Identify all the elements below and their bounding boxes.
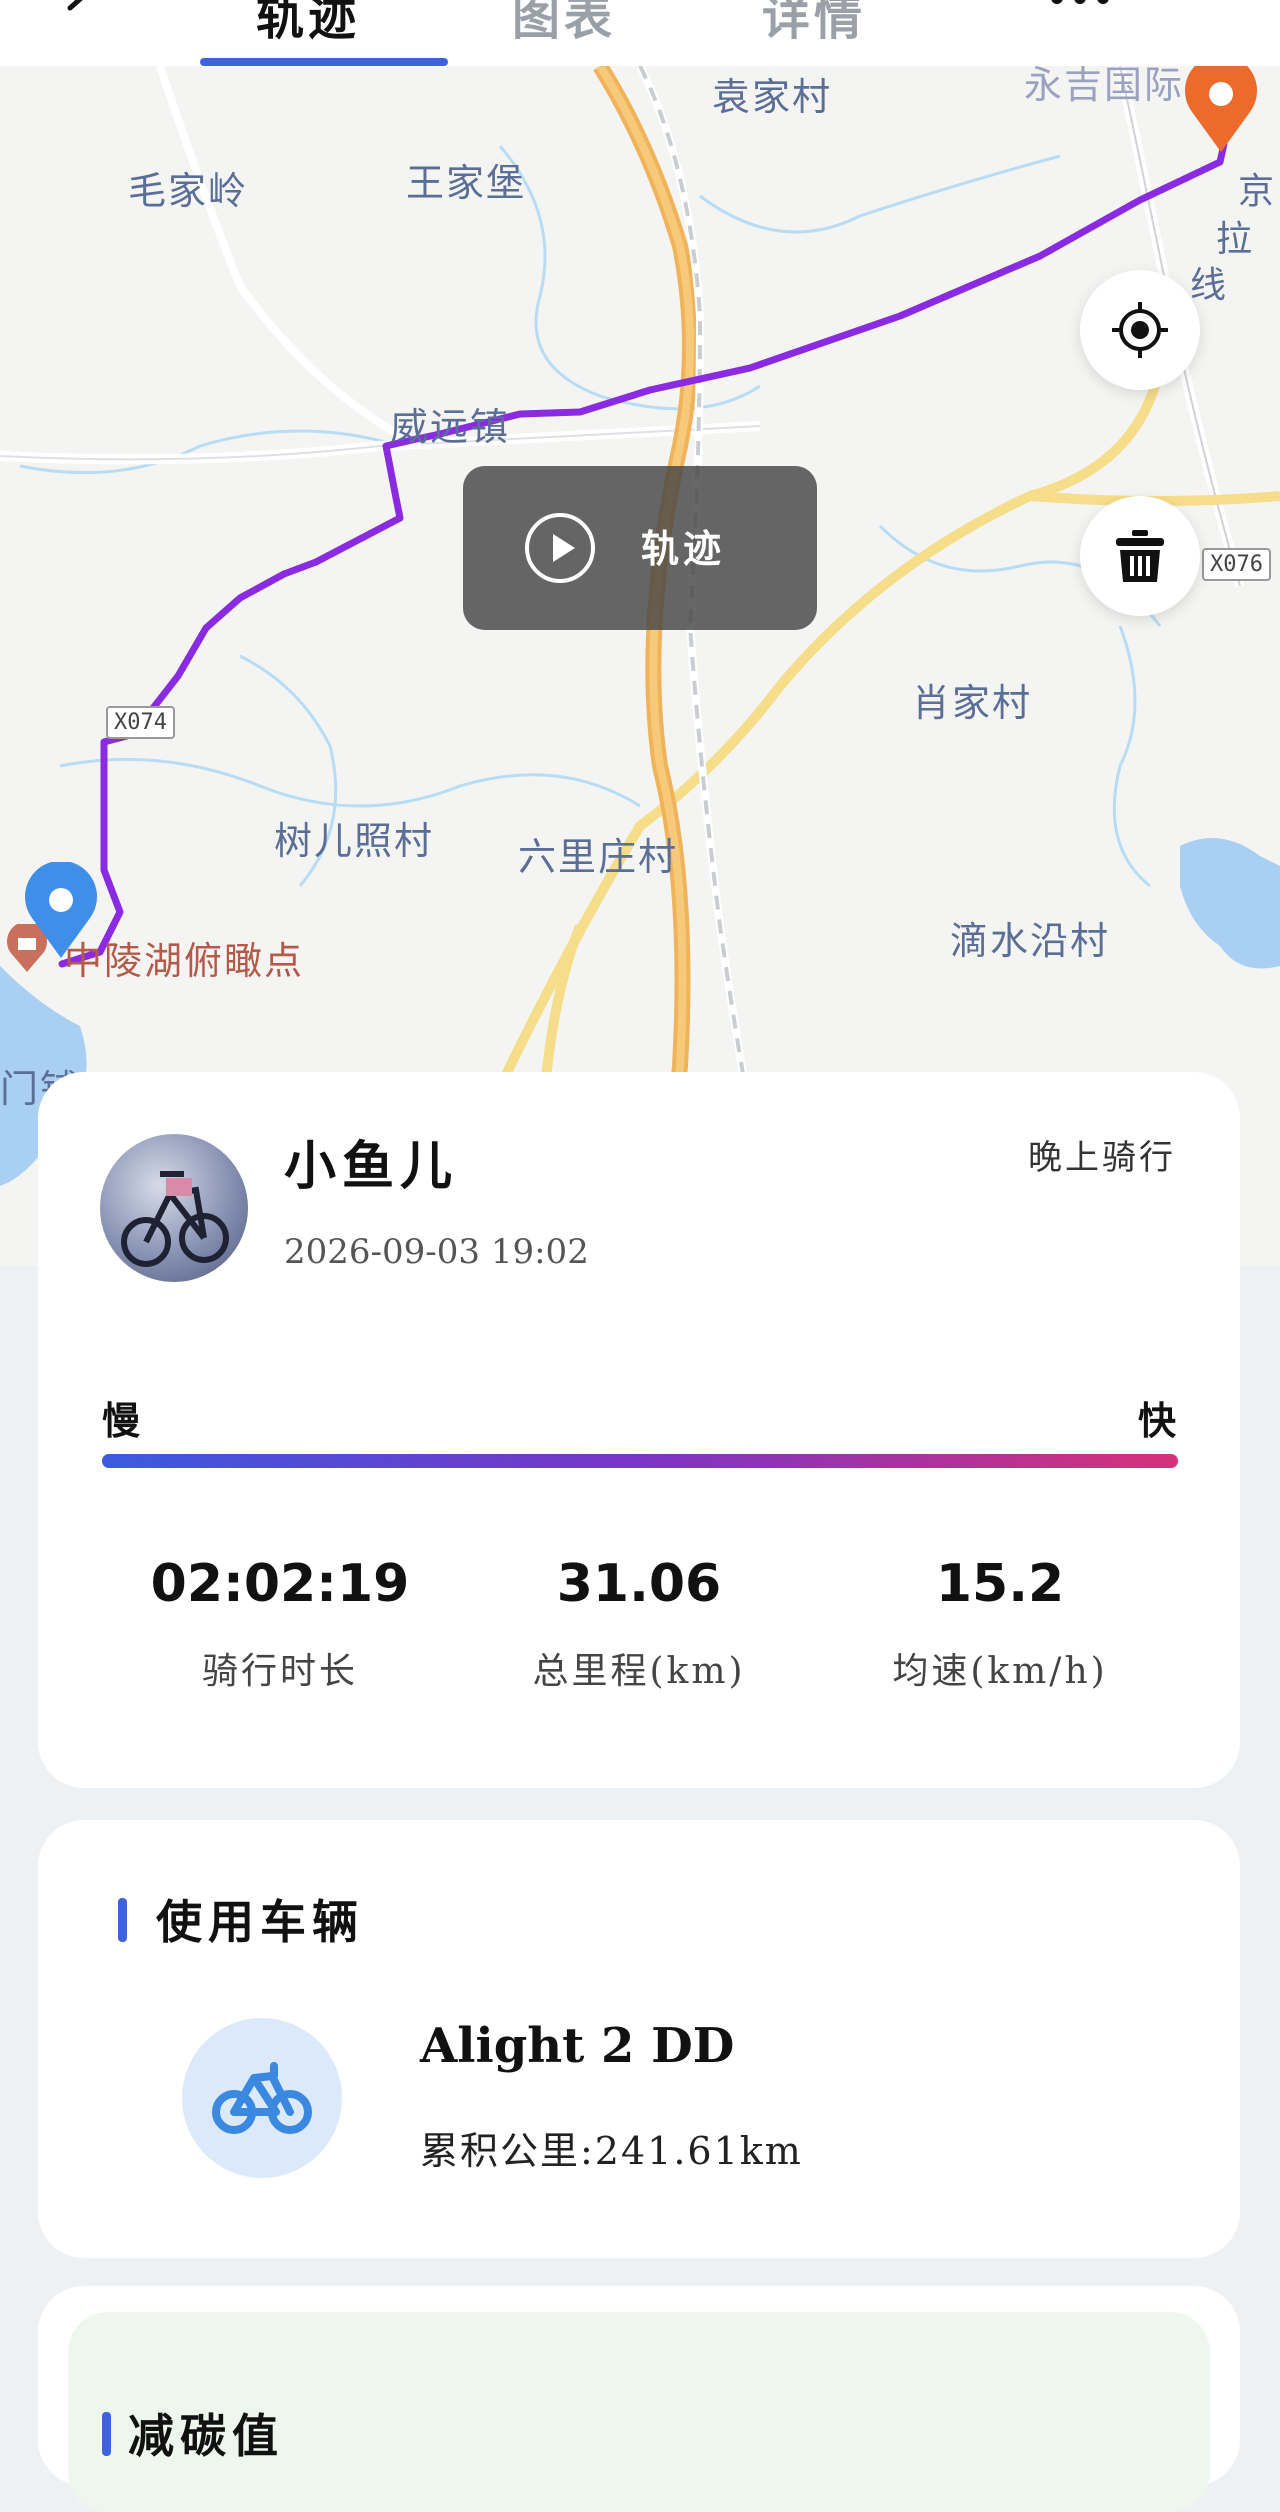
speed-legend-slow: 慢 bbox=[102, 1398, 141, 1443]
stat-avg-speed-label: 均速(km/h) bbox=[892, 1651, 1108, 1692]
bicycle-photo-icon bbox=[121, 1171, 229, 1267]
map-label-weiyuan: 威远镇 bbox=[390, 405, 511, 449]
ride-summary-card: 小鱼儿 2026-09-03 19:02 晚上骑行 慢 快 02:02:19 骑… bbox=[38, 1072, 1240, 1788]
carbon-card: 减碳值 bbox=[38, 2286, 1240, 2512]
carbon-section-title: 减碳值 bbox=[128, 2409, 284, 2463]
ride-datetime: 2026-09-03 19:02 bbox=[284, 1232, 589, 1272]
vehicle-section-title: 使用车辆 bbox=[156, 1895, 364, 1949]
track-replay-button[interactable]: 轨迹 bbox=[463, 466, 817, 630]
speed-gradient-bar bbox=[102, 1454, 1178, 1468]
map-label-xiaojia: 肖家村 bbox=[912, 681, 1033, 725]
active-tab-indicator bbox=[200, 58, 448, 66]
trash-icon bbox=[1116, 530, 1164, 582]
start-pin-icon bbox=[25, 862, 97, 958]
map-label-liulizhuang: 六里庄村 bbox=[518, 835, 679, 879]
vehicle-total-distance: 累积公里:241.61km bbox=[420, 2129, 803, 2173]
road-name-char-3: 线 bbox=[1190, 265, 1227, 306]
stat-distance-value: 31.06 bbox=[556, 1554, 722, 1614]
replay-label: 轨迹 bbox=[641, 526, 726, 571]
map-label-dishuiyan: 滴水沿村 bbox=[950, 919, 1111, 963]
stat-avg-speed: 15.2 均速(km/h) bbox=[820, 1554, 1180, 1694]
username: 小鱼儿 bbox=[284, 1136, 459, 1197]
road-name-char-1: 京 bbox=[1238, 171, 1275, 212]
tab-details[interactable]: 详情 bbox=[762, 0, 866, 48]
poi-label-zhonglinghu[interactable]: 中陵湖俯瞰点 bbox=[64, 930, 304, 985]
road-name-char-2: 拉 bbox=[1216, 219, 1253, 260]
stat-avg-speed-value: 15.2 bbox=[935, 1554, 1065, 1614]
section-accent-bar bbox=[118, 1898, 127, 1942]
map-label-maojialing: 毛家岭 bbox=[128, 169, 249, 213]
back-arrow-icon[interactable] bbox=[60, 0, 120, 30]
vehicle-name: Alight 2 DD bbox=[420, 2018, 735, 2074]
stat-duration-label: 骑行时长 bbox=[201, 1651, 358, 1692]
locate-icon bbox=[1112, 302, 1168, 358]
top-bar: 轨迹 图表 详情 bbox=[0, 0, 1280, 66]
tab-charts[interactable]: 图表 bbox=[512, 0, 616, 48]
road-tag-x074: X074 bbox=[106, 706, 175, 739]
ride-type: 晚上骑行 bbox=[1028, 1138, 1176, 1178]
speed-legend-fast: 快 bbox=[1137, 1398, 1176, 1443]
bicycle-icon bbox=[212, 2062, 312, 2134]
map-label-shuerzhao: 树儿照村 bbox=[274, 819, 435, 863]
vehicle-icon-badge bbox=[182, 2018, 342, 2178]
carbon-inner-panel: 减碳值 bbox=[68, 2312, 1210, 2512]
more-dots-icon[interactable] bbox=[1045, 0, 1115, 12]
stat-duration: 02:02:19 骑行时长 bbox=[100, 1554, 460, 1694]
play-icon bbox=[525, 513, 595, 583]
road-tag-x076: X076 bbox=[1202, 548, 1271, 581]
stat-duration-value: 02:02:19 bbox=[150, 1554, 410, 1614]
map-label-wangjiabao: 王家堡 bbox=[406, 161, 527, 205]
delete-track-button[interactable] bbox=[1080, 496, 1200, 616]
tab-track[interactable]: 轨迹 bbox=[256, 0, 360, 48]
section-accent-bar bbox=[102, 2412, 111, 2456]
avatar[interactable] bbox=[100, 1134, 248, 1282]
stat-distance-label: 总里程(km) bbox=[532, 1651, 746, 1692]
end-pin-icon bbox=[1185, 66, 1257, 152]
locate-button[interactable] bbox=[1080, 270, 1200, 390]
map-label-yuanjia: 袁家村 bbox=[712, 75, 833, 119]
vehicle-card[interactable]: 使用车辆 Alight 2 DD 累积公里:241.61km bbox=[38, 1820, 1240, 2258]
map-label-yongji: 永吉国际 bbox=[1024, 66, 1185, 107]
stat-distance: 31.06 总里程(km) bbox=[459, 1554, 819, 1694]
